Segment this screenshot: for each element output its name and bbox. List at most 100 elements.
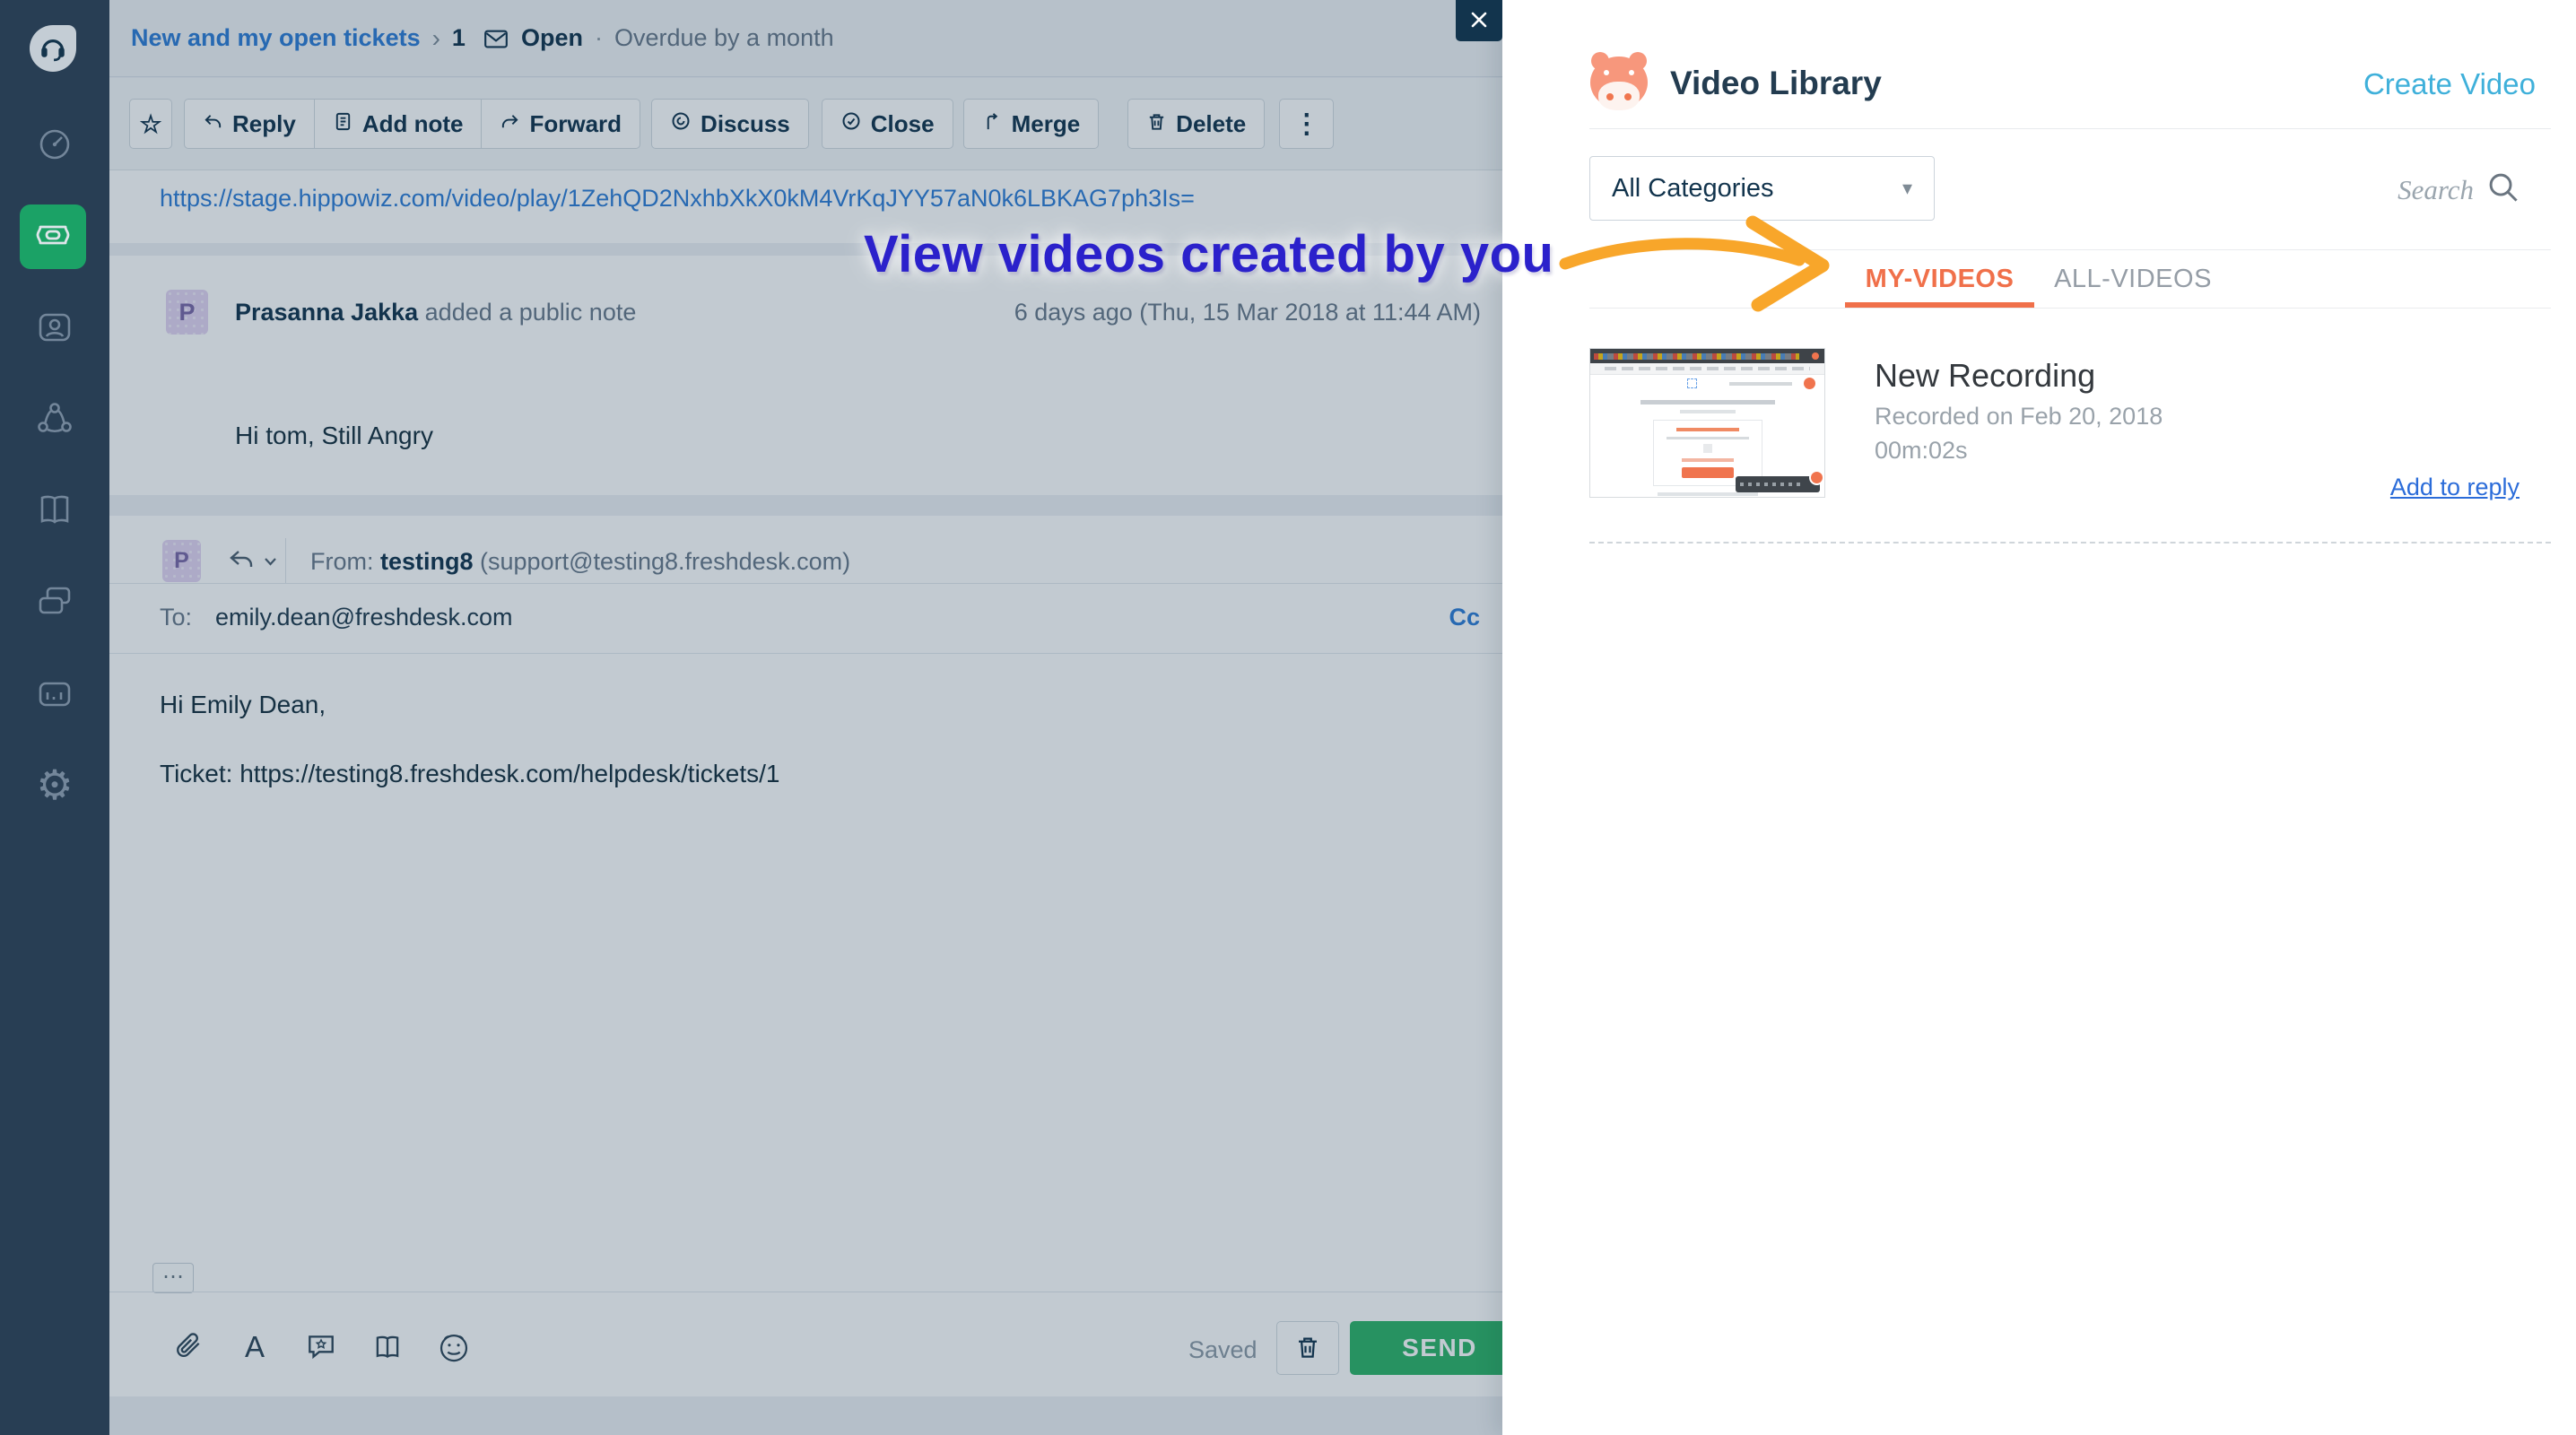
add-note-button[interactable]: Add note bbox=[313, 99, 483, 149]
merge-button[interactable]: Merge bbox=[962, 99, 1100, 149]
avatar: P bbox=[162, 540, 201, 582]
breadcrumb[interactable]: New and my open tickets bbox=[131, 24, 421, 52]
sidebar-item-forums[interactable] bbox=[0, 569, 109, 635]
envelope-icon bbox=[483, 27, 509, 50]
discard-draft-button[interactable] bbox=[1276, 1321, 1339, 1375]
note-header: Prasanna Jakka added a public note bbox=[235, 299, 636, 326]
show-quoted-text-button[interactable]: ⋯ bbox=[152, 1263, 194, 1293]
video-title: New Recording bbox=[1875, 357, 2096, 394]
search-input[interactable] bbox=[2312, 173, 2474, 206]
delete-label: Delete bbox=[1176, 109, 1247, 137]
composer-toolbar: A bbox=[169, 1327, 474, 1367]
reply-arrow-icon bbox=[228, 548, 255, 576]
close-panel-button[interactable] bbox=[1456, 0, 1502, 41]
favorite-button[interactable]: ☆ bbox=[129, 99, 172, 149]
ticket-header: New and my open tickets › 1 Open · Overd… bbox=[109, 0, 1529, 77]
divider bbox=[1589, 128, 2551, 129]
delete-button[interactable]: Delete bbox=[1127, 99, 1266, 149]
headset-icon bbox=[38, 31, 68, 66]
discuss-icon bbox=[670, 110, 692, 138]
reply-compose-card: P From: testing8 (support@testing8.fresh… bbox=[109, 516, 1529, 1396]
from-label: From: bbox=[310, 548, 380, 575]
solutions-icon[interactable] bbox=[368, 1327, 407, 1367]
reply-body-line[interactable]: Ticket: https://testing8.freshdesk.com/h… bbox=[160, 760, 780, 788]
hippowiz-logo-icon bbox=[1589, 52, 1649, 111]
add-note-label: Add note bbox=[361, 109, 464, 137]
panel-title: Video Library bbox=[1670, 65, 1882, 101]
video-recorded-date: Recorded on Feb 20, 2018 bbox=[1875, 403, 2163, 430]
sidebar-item-settings[interactable]: ⚙ bbox=[0, 752, 109, 818]
divider bbox=[109, 583, 1529, 584]
gear-icon: ⚙ bbox=[36, 761, 74, 808]
forward-button[interactable]: Forward bbox=[481, 99, 641, 149]
video-play-link[interactable]: https://stage.hippowiz.com/video/play/1Z… bbox=[160, 185, 1195, 213]
close-icon bbox=[1469, 10, 1489, 32]
reply-body-line[interactable]: Hi Emily Dean, bbox=[160, 691, 326, 719]
discuss-label: Discuss bbox=[701, 109, 790, 137]
draft-saved-status: Saved bbox=[1188, 1336, 1258, 1363]
freshdesk-logo[interactable] bbox=[30, 25, 76, 72]
annotation-text: View videos created by you bbox=[864, 225, 1554, 283]
close-ticket-button[interactable]: Close bbox=[821, 99, 953, 149]
book-icon bbox=[34, 489, 75, 530]
close-label: Close bbox=[870, 109, 935, 137]
search-box bbox=[2312, 170, 2520, 209]
sidebar-item-solutions[interactable] bbox=[0, 476, 109, 543]
ticket-toolbar: ☆ Reply Add note Forward Discuss Close M… bbox=[109, 78, 1529, 170]
star-icon: ☆ bbox=[139, 109, 162, 138]
sidebar-item-tickets[interactable] bbox=[20, 204, 86, 269]
dashboard-icon bbox=[34, 124, 75, 165]
to-recipient[interactable]: emily.dean@freshdesk.com bbox=[215, 604, 513, 631]
status-badge: Open bbox=[520, 24, 583, 51]
ticket-number: 1 bbox=[451, 24, 466, 51]
chat-bubbles-icon bbox=[34, 581, 75, 622]
reply-label: Reply bbox=[232, 109, 296, 137]
trash-icon bbox=[1146, 110, 1167, 138]
from-name: testing8 bbox=[380, 548, 474, 575]
hippowiz-video-icon[interactable] bbox=[434, 1327, 474, 1367]
cc-toggle[interactable]: Cc bbox=[1449, 604, 1480, 631]
more-actions-button[interactable]: ⋮ bbox=[1279, 99, 1335, 149]
reply-icon bbox=[203, 110, 223, 138]
forward-icon bbox=[500, 110, 520, 138]
overdue-label: Overdue by a month bbox=[614, 24, 834, 51]
sidebar-item-reports[interactable] bbox=[0, 661, 109, 727]
tab-my-videos[interactable]: MY-VIDEOS bbox=[1845, 250, 2034, 308]
search-icon[interactable] bbox=[2486, 170, 2520, 209]
caret-down-icon: ▾ bbox=[1902, 177, 1912, 199]
sidebar-item-social[interactable] bbox=[0, 386, 109, 452]
create-video-link[interactable]: Create Video bbox=[2363, 67, 2536, 101]
category-selected-value: All Categories bbox=[1612, 173, 1774, 203]
contact-card-icon bbox=[34, 307, 75, 348]
avatar: P bbox=[166, 290, 208, 335]
note-icon bbox=[333, 110, 353, 138]
category-filter-select[interactable]: All Categories ▾ bbox=[1589, 156, 1935, 221]
note-action: added a public note bbox=[418, 299, 637, 326]
canned-response-icon[interactable] bbox=[301, 1327, 341, 1367]
forward-label: Forward bbox=[529, 109, 622, 137]
merge-label: Merge bbox=[1011, 109, 1081, 137]
trash-icon bbox=[1294, 1334, 1321, 1363]
reply-button[interactable]: Reply bbox=[184, 99, 315, 149]
breadcrumb-chevron: › bbox=[431, 23, 440, 52]
attachment-icon[interactable] bbox=[169, 1327, 208, 1367]
text-format-icon[interactable]: A bbox=[235, 1327, 274, 1367]
bar-chart-icon bbox=[34, 674, 75, 715]
note-timestamp: 6 days ago (Thu, 15 Mar 2018 at 11:44 AM… bbox=[1014, 299, 1481, 326]
social-network-icon bbox=[34, 398, 75, 439]
to-label: To: bbox=[160, 604, 193, 631]
from-email: (support@testing8.freshdesk.com) bbox=[473, 548, 851, 575]
from-row: From: testing8 (support@testing8.freshde… bbox=[310, 548, 850, 576]
chevron-down-icon bbox=[264, 554, 277, 570]
reply-type-selector[interactable] bbox=[228, 548, 277, 576]
sidebar-item-contacts[interactable] bbox=[0, 294, 109, 361]
check-circle-icon bbox=[840, 110, 862, 138]
discuss-button[interactable]: Discuss bbox=[651, 99, 809, 149]
video-thumbnail[interactable] bbox=[1589, 348, 1825, 498]
sidebar-item-dashboard[interactable] bbox=[0, 111, 109, 178]
freshdesk-app: ⚙ New and my open tickets › 1 Open · Ove… bbox=[0, 0, 2576, 1435]
status-separator: · bbox=[594, 24, 603, 51]
tab-all-videos[interactable]: ALL-VIDEOS bbox=[2049, 250, 2216, 308]
add-to-reply-link[interactable]: Add to reply bbox=[2390, 474, 2519, 501]
ticket-icon bbox=[31, 214, 74, 260]
